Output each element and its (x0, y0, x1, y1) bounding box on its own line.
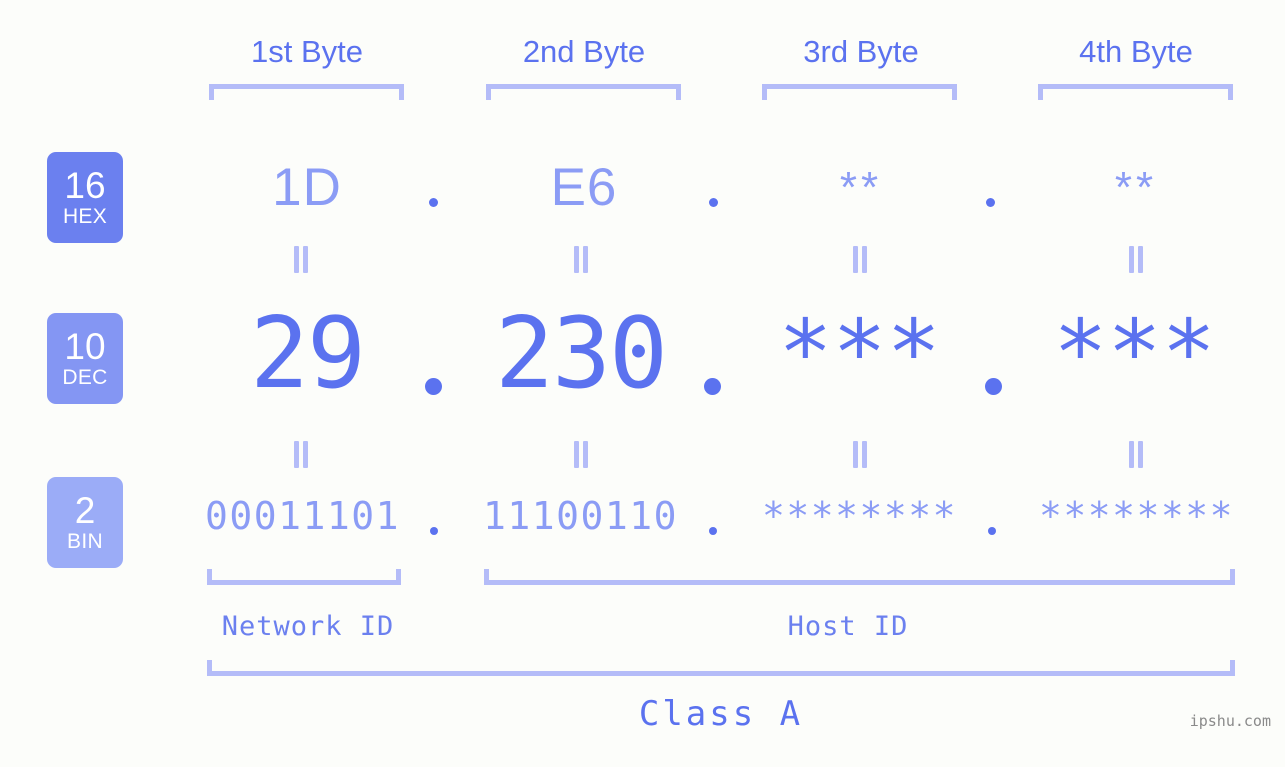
byte-header-2: 2nd Byte (522, 34, 646, 69)
byte-bracket-1 (209, 84, 404, 100)
class-bracket (207, 660, 1235, 676)
dec-octet-3: *** (778, 301, 941, 406)
bin-octet-3: ******** (761, 494, 958, 538)
equals-connector-hex-dec-3 (851, 246, 869, 273)
hex-separator-dot-3 (986, 198, 995, 207)
bin-octet-1: 00011101 (204, 494, 401, 538)
base-badge-dec: 10 DEC (47, 313, 123, 404)
bin-separator-dot-1 (430, 527, 438, 535)
class-label: Class A (638, 694, 804, 734)
byte-header-4: 4th Byte (1079, 34, 1193, 69)
equals-connector-dec-bin-1 (292, 441, 310, 468)
equals-connector-hex-dec-1 (292, 246, 310, 273)
bin-separator-dot-3 (988, 527, 996, 535)
base-badge-dec-name: DEC (62, 365, 108, 389)
hex-octet-3: ** (839, 163, 883, 212)
dec-separator-dot-1 (425, 378, 442, 395)
network-id-bracket (207, 569, 401, 585)
byte-bracket-3 (762, 84, 957, 100)
dec-octet-2: 230 (494, 297, 668, 411)
base-badge-hex-number: 16 (64, 164, 106, 206)
hex-separator-dot-2 (709, 198, 718, 207)
base-badge-hex-name: HEX (62, 204, 108, 228)
base-badge-bin-name: BIN (67, 529, 103, 553)
bin-octet-2: 11100110 (482, 494, 679, 538)
byte-bracket-2 (486, 84, 681, 100)
equals-connector-dec-bin-3 (851, 441, 869, 468)
base-badge-dec-number: 10 (64, 325, 106, 367)
dec-separator-dot-2 (704, 378, 721, 395)
hex-octet-1: 1D (272, 158, 342, 217)
bin-separator-dot-2 (709, 527, 717, 535)
host-id-bracket (484, 569, 1235, 585)
dec-separator-dot-3 (985, 378, 1002, 395)
equals-connector-dec-bin-2 (572, 441, 590, 468)
base-badge-bin: 2 BIN (47, 477, 123, 568)
base-badge-hex: 16 HEX (47, 152, 123, 243)
site-watermark: ipshu.com (1189, 712, 1271, 730)
dec-octet-4: *** (1053, 301, 1216, 406)
base-badge-bin-number: 2 (74, 489, 96, 531)
byte-header-1: 1st Byte (251, 34, 363, 69)
equals-connector-dec-bin-4 (1127, 441, 1145, 468)
byte-bracket-4 (1038, 84, 1233, 100)
byte-header-3: 3rd Byte (803, 34, 919, 69)
ip-address-breakdown-diagram: 1st Byte 2nd Byte 3rd Byte 4th Byte 16 H… (0, 0, 1285, 767)
equals-connector-hex-dec-4 (1127, 246, 1145, 273)
bin-octet-4: ******** (1038, 494, 1235, 538)
hex-octet-4: ** (1114, 163, 1158, 212)
hex-separator-dot-1 (429, 198, 438, 207)
host-id-label: Host ID (787, 611, 909, 642)
dec-octet-1: 29 (249, 297, 366, 411)
network-id-label: Network ID (221, 611, 395, 642)
equals-connector-hex-dec-2 (572, 246, 590, 273)
hex-octet-2: E6 (550, 158, 618, 217)
